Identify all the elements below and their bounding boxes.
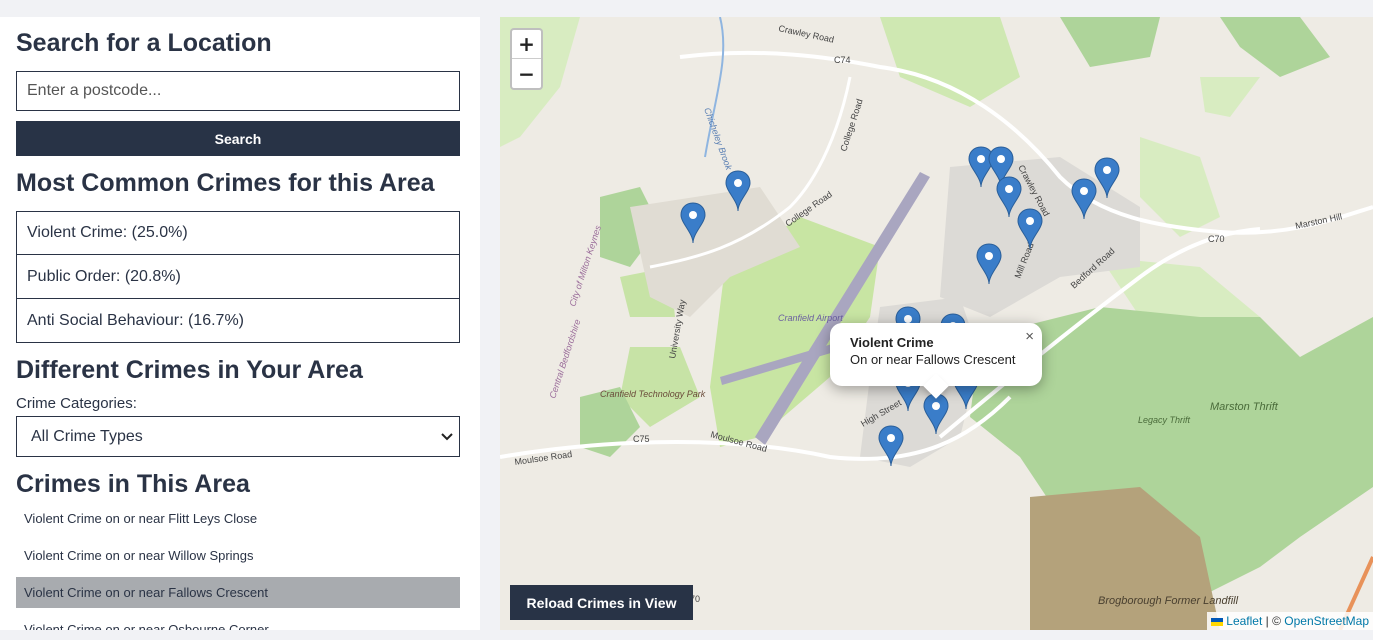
map-marker-icon[interactable] xyxy=(976,243,1002,285)
map-marker-icon-selected[interactable] xyxy=(923,393,949,435)
osm-link[interactable]: OpenStreetMap xyxy=(1284,614,1369,628)
close-icon[interactable]: × xyxy=(1025,328,1034,345)
map-marker-icon[interactable] xyxy=(878,425,904,467)
sidebar: Search for a Location Search Most Common… xyxy=(0,17,480,630)
crime-categories-label: Crime Categories: xyxy=(16,395,137,412)
crime-list-item[interactable]: Violent Crime on or near Osbourne Corner xyxy=(16,614,460,630)
search-button[interactable]: Search xyxy=(16,121,460,156)
map-marker-icon[interactable] xyxy=(1071,178,1097,220)
crime-map[interactable]: + − Crawley Road C74 College Road Colleg… xyxy=(500,17,1373,630)
postcode-input[interactable] xyxy=(16,71,460,111)
common-crime-item: Public Order: (20.8%) xyxy=(16,255,460,299)
chevron-down-icon xyxy=(441,428,453,446)
different-crimes-title: Different Crimes in Your Area xyxy=(16,356,363,384)
reload-crimes-button[interactable]: Reload Crimes in View xyxy=(510,585,693,620)
popup-text: On or near Fallows Crescent xyxy=(850,352,1016,367)
crime-list-item[interactable]: Violent Crime on or near Willow Springs xyxy=(16,540,460,571)
map-marker-icon[interactable] xyxy=(1017,208,1043,250)
crimes-list: Violent Crime on or near Flitt Leys Clos… xyxy=(16,503,464,630)
search-title: Search for a Location xyxy=(16,29,272,57)
map-marker-icon[interactable] xyxy=(996,176,1022,218)
crime-category-select[interactable]: All Crime Types xyxy=(16,416,460,457)
common-crime-item: Violent Crime: (25.0%) xyxy=(16,211,460,255)
popup-title: Violent Crime xyxy=(850,335,934,350)
crime-popup: Violent Crime On or near Fallows Crescen… xyxy=(830,323,1042,399)
common-crime-item: Anti Social Behaviour: (16.7%) xyxy=(16,299,460,343)
map-marker-icon[interactable] xyxy=(968,146,994,188)
map-marker-icon[interactable] xyxy=(725,170,751,212)
crime-list-item[interactable]: Violent Crime on or near Flitt Leys Clos… xyxy=(16,503,460,534)
crime-list-item-selected[interactable]: Violent Crime on or near Fallows Crescen… xyxy=(16,577,460,608)
common-crimes-title: Most Common Crimes for this Area xyxy=(16,169,435,197)
map-attribution: Leaflet | © OpenStreetMap xyxy=(1207,612,1373,630)
map-marker-icon[interactable] xyxy=(680,202,706,244)
ukraine-flag-icon xyxy=(1211,617,1224,626)
leaflet-link[interactable]: Leaflet xyxy=(1226,614,1262,628)
crimes-area-title: Crimes in This Area xyxy=(16,470,250,498)
crime-category-selected: All Crime Types xyxy=(31,427,143,445)
attribution-separator: | © xyxy=(1262,614,1285,628)
map-marker-icon[interactable] xyxy=(1094,157,1120,199)
common-crimes-list: Violent Crime: (25.0%) Public Order: (20… xyxy=(16,211,464,343)
